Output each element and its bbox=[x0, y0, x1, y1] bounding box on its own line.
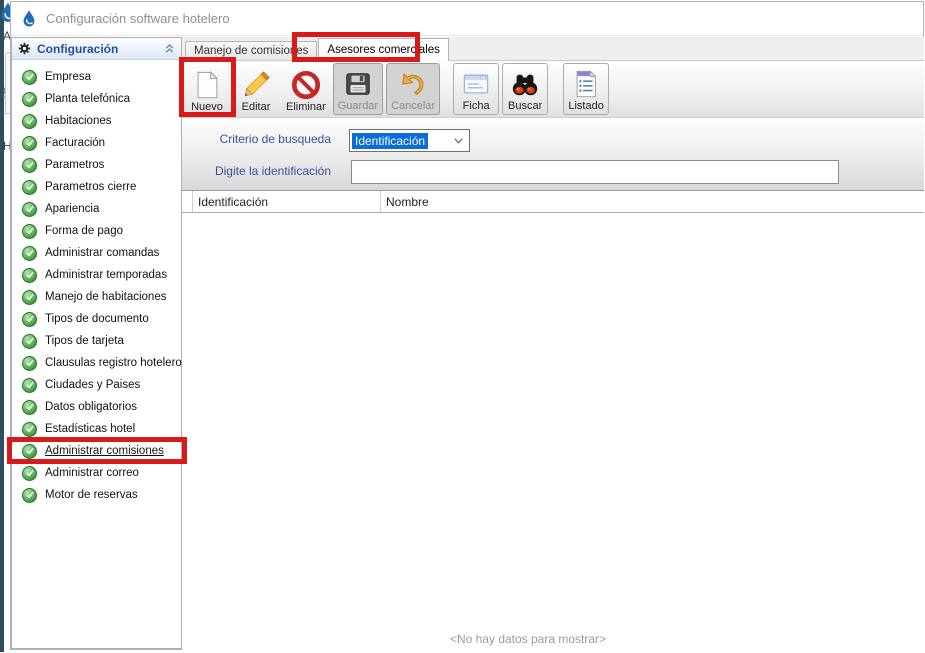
green-check-icon bbox=[22, 114, 37, 129]
gear-icon bbox=[18, 42, 31, 55]
identification-input[interactable] bbox=[351, 160, 839, 184]
toolbar: Nuevo Editar bbox=[182, 61, 924, 118]
green-check-icon bbox=[22, 356, 37, 371]
binoculars-icon bbox=[510, 69, 540, 99]
green-check-icon bbox=[22, 136, 37, 151]
green-check-icon bbox=[22, 422, 37, 437]
ficha-button[interactable]: Ficha bbox=[453, 63, 499, 115]
sidebar-item-tipos-de-documento[interactable]: Tipos de documento bbox=[12, 308, 181, 330]
green-check-icon bbox=[22, 488, 37, 503]
column-header-nombre[interactable]: Nombre bbox=[381, 191, 924, 212]
sidebar-item-parametros-cierre[interactable]: Parametros cierre bbox=[12, 176, 181, 198]
sidebar-item-manejo-de-habitaciones[interactable]: Manejo de habitaciones bbox=[12, 286, 181, 308]
sidebar-item-motor-de-reservas[interactable]: Motor de reservas bbox=[12, 484, 181, 506]
pencil-icon bbox=[241, 70, 271, 100]
tab-asesores-comerciales[interactable]: Asesores comerciales bbox=[318, 38, 448, 61]
sidebar-item-forma-de-pago[interactable]: Forma de pago bbox=[12, 220, 181, 242]
green-check-icon bbox=[22, 224, 37, 239]
green-check-icon bbox=[22, 334, 37, 349]
buscar-button[interactable]: Buscar bbox=[502, 63, 548, 115]
green-check-icon bbox=[22, 400, 37, 415]
prohibition-icon bbox=[291, 70, 321, 100]
editar-button[interactable]: Editar bbox=[233, 63, 279, 115]
search-panel: Criterio de busqueda Identificación Digi… bbox=[182, 118, 924, 191]
eliminar-button[interactable]: Eliminar bbox=[282, 63, 330, 115]
sidebar-item-administrar-temporadas[interactable]: Administrar temporadas bbox=[12, 264, 181, 286]
green-check-icon bbox=[22, 180, 37, 195]
floppy-disk-icon bbox=[343, 69, 373, 99]
tab-strip: Manejo de comisiones Asesores comerciale… bbox=[182, 37, 924, 61]
sidebar-item-apariencia[interactable]: Apariencia bbox=[12, 198, 181, 220]
empty-state-message: <No hay datos para mostrar> bbox=[182, 632, 874, 646]
app-logo-icon bbox=[19, 9, 39, 29]
sidebar-item-administrar-correo[interactable]: Administrar correo bbox=[12, 462, 181, 484]
green-check-icon bbox=[22, 202, 37, 217]
green-check-icon bbox=[22, 312, 37, 327]
green-check-icon bbox=[22, 268, 37, 283]
guardar-button[interactable]: Guardar bbox=[333, 63, 383, 115]
sidebar-header-label: Configuración bbox=[37, 42, 158, 56]
green-check-icon bbox=[22, 246, 37, 261]
sidebar-item-habitaciones[interactable]: Habitaciones bbox=[12, 110, 181, 132]
column-header-identificacion[interactable]: Identificación bbox=[193, 191, 381, 212]
sidebar-item-ciudades-y-paises[interactable]: Ciudades y Paises bbox=[12, 374, 181, 396]
chevron-down-icon bbox=[453, 137, 464, 145]
criteria-selected-value: Identificación bbox=[352, 133, 428, 149]
sidebar-item-estadisticas-hotel[interactable]: Estadísticas hotel bbox=[12, 418, 181, 440]
configuration-sidebar: Configuración Empresa Planta telefónica … bbox=[11, 37, 182, 649]
results-table-header: Identificación Nombre bbox=[182, 191, 924, 213]
cancelar-button[interactable]: Cancelar bbox=[386, 63, 440, 115]
row-indicator-column bbox=[182, 191, 193, 212]
green-check-icon bbox=[22, 70, 37, 85]
new-document-icon bbox=[192, 70, 222, 100]
green-check-icon bbox=[22, 92, 37, 107]
sidebar-item-administrar-comisiones[interactable]: Administrar comisiones bbox=[12, 440, 181, 462]
form-window-icon bbox=[461, 69, 491, 99]
sidebar-item-administrar-comandas[interactable]: Administrar comandas bbox=[12, 242, 181, 264]
criteria-dropdown[interactable]: Identificación bbox=[349, 129, 470, 152]
criteria-label: Criterio de busqueda bbox=[182, 132, 331, 146]
green-check-icon bbox=[22, 290, 37, 305]
nuevo-button[interactable]: Nuevo bbox=[184, 63, 230, 115]
sidebar-item-planta-telefonica[interactable]: Planta telefónica bbox=[12, 88, 181, 110]
results-table-body: <No hay datos para mostrar> bbox=[182, 213, 924, 653]
sidebar-header[interactable]: Configuración bbox=[12, 38, 181, 60]
sidebar-item-clausulas-registro-hotelero[interactable]: Clausulas registro hotelero bbox=[12, 352, 181, 374]
identification-label: Digite la identificación bbox=[182, 164, 331, 178]
list-document-icon bbox=[571, 69, 601, 99]
sidebar-item-facturacion[interactable]: Facturación bbox=[12, 132, 181, 154]
sidebar-item-parametros[interactable]: Parametros bbox=[12, 154, 181, 176]
green-check-icon bbox=[22, 444, 37, 459]
undo-arrow-icon bbox=[398, 69, 428, 99]
collapse-chevron-icon[interactable] bbox=[164, 43, 175, 54]
sidebar-item-datos-obligatorios[interactable]: Datos obligatorios bbox=[12, 396, 181, 418]
sidebar-item-empresa[interactable]: Empresa bbox=[12, 66, 181, 88]
sidebar-item-list: Empresa Planta telefónica Habitaciones F… bbox=[12, 60, 181, 506]
green-check-icon bbox=[22, 466, 37, 481]
green-check-icon bbox=[22, 158, 37, 173]
configuration-window: Configuración software hotelero Configur… bbox=[10, 1, 924, 650]
window-title-bar: Configuración software hotelero bbox=[11, 2, 923, 36]
window-title: Configuración software hotelero bbox=[46, 11, 230, 26]
green-check-icon bbox=[22, 378, 37, 393]
tab-manejo-de-comisiones[interactable]: Manejo de comisiones bbox=[185, 41, 317, 60]
sidebar-item-tipos-de-tarjeta[interactable]: Tipos de tarjeta bbox=[12, 330, 181, 352]
listado-button[interactable]: Listado bbox=[563, 63, 609, 115]
main-content: Manejo de comisiones Asesores comerciale… bbox=[182, 37, 924, 651]
